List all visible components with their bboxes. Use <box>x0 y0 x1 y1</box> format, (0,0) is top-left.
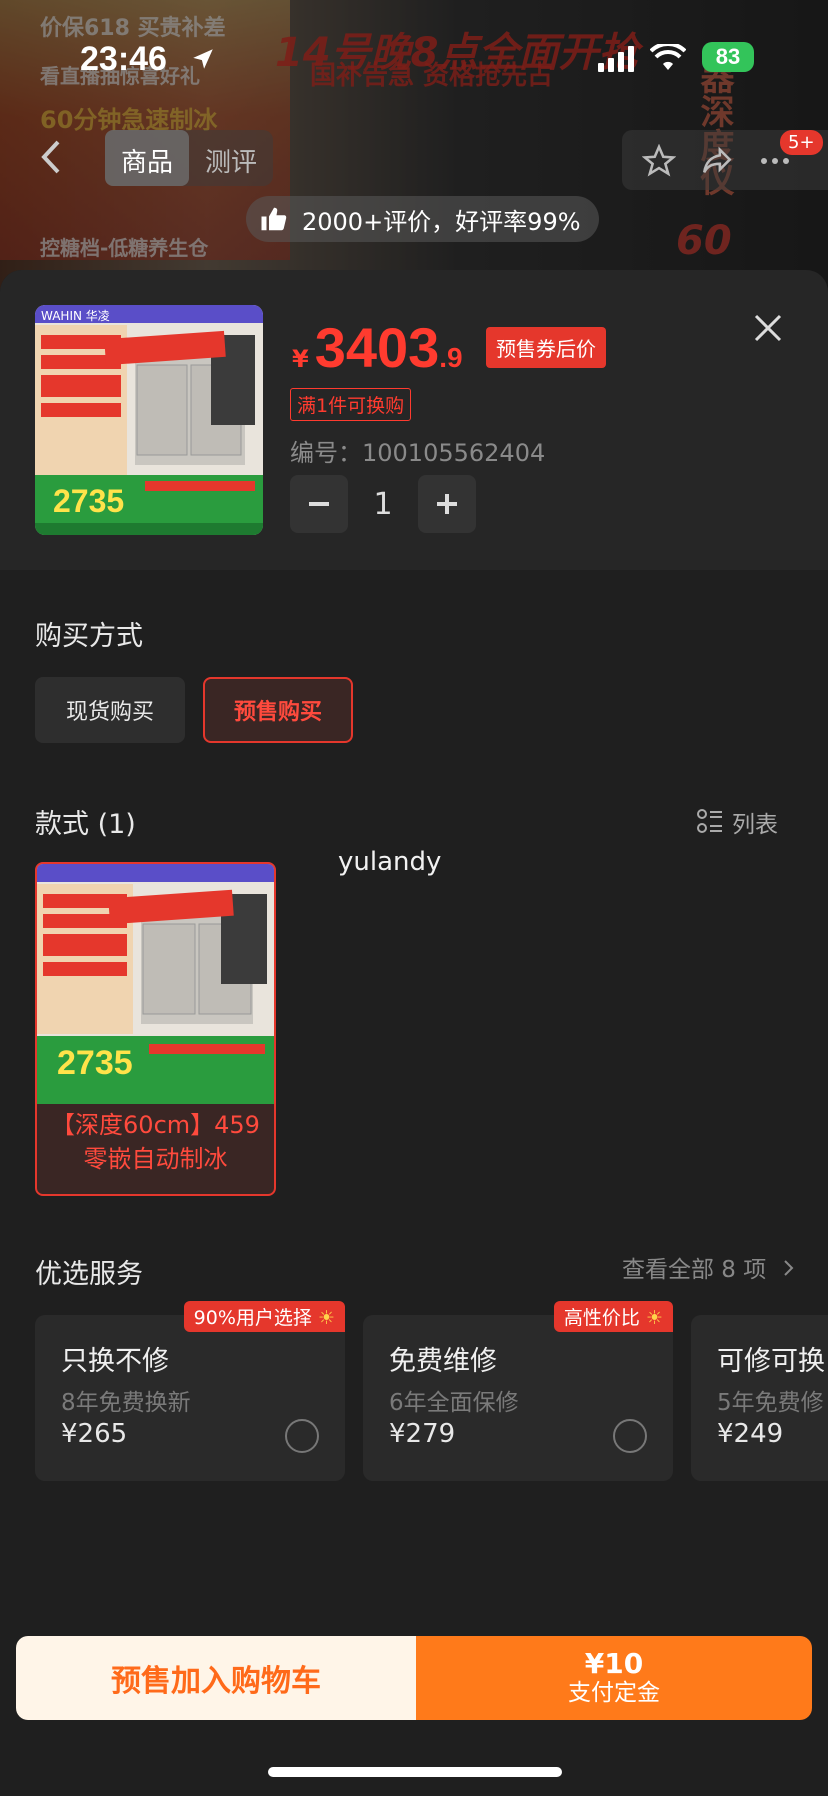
service-radio[interactable] <box>285 1419 319 1453</box>
see-all-label: 查看全部 8 项 <box>622 1257 767 1283</box>
exchange-tag: 满1件可换购 <box>290 388 412 421</box>
nav-tabs: 商品 测评 <box>105 130 274 186</box>
plus-icon <box>437 494 457 514</box>
chevron-right-icon <box>783 1260 793 1276</box>
list-icon <box>697 809 722 833</box>
tab-product[interactable]: 商品 <box>105 130 190 186</box>
thumb-brand: WAHIN 华凌 <box>41 309 110 323</box>
style-caption: 【深度60cm】459 零嵌自动制冰 <box>37 1108 274 1176</box>
service-title: 免费维修 <box>389 1346 497 1377</box>
product-thumbnail[interactable]: WAHIN 华凌 2735 <box>35 305 263 535</box>
thumbs-up-icon <box>261 207 287 231</box>
quantity-stepper: 1 <box>290 475 476 533</box>
sun-icon: ☀ <box>645 1307 663 1329</box>
style-thumb-price: 2735 <box>57 1044 133 1082</box>
review-summary-pill[interactable]: 2000+评价，好评率99% <box>246 196 599 242</box>
minus-icon <box>309 502 329 506</box>
cellular-signal-icon <box>598 46 634 72</box>
sku-number: 编号：100105562404 <box>290 439 546 467</box>
bottom-action-bar: 预售加入购物车 ¥10 支付定金 <box>16 1636 812 1720</box>
sku-selection-sheet: WAHIN 华凌 2735 ¥ 3403 .9 预售券后价 满1件可换购 编号：… <box>0 270 828 1796</box>
price-decimal: .9 <box>439 342 463 373</box>
share-icon[interactable] <box>700 144 734 178</box>
message-count-badge: 5+ <box>780 130 823 155</box>
service-title: 可修可换 <box>717 1346 825 1377</box>
service-price: ¥249 <box>717 1419 784 1449</box>
service-tag-text: 90%用户选择 <box>193 1307 312 1329</box>
service-price: ¥279 <box>389 1419 456 1449</box>
product-nav-bar: 商品 测评 <box>0 130 828 190</box>
home-indicator <box>268 1767 562 1777</box>
presale-add-to-cart-button[interactable]: 预售加入购物车 <box>16 1636 416 1720</box>
service-tag-text: 高性价比 <box>563 1307 640 1329</box>
services-title: 优选服务 <box>35 1259 143 1290</box>
style-caption-line: 【深度60cm】459 <box>51 1111 260 1139</box>
style-caption-line: 零嵌自动制冰 <box>83 1145 228 1173</box>
service-desc: 6年全面保修 <box>389 1390 519 1416</box>
watermark-username: yulandy <box>338 847 442 877</box>
thumb-price: 2735 <box>53 483 125 519</box>
service-tag: 90%用户选择 ☀ <box>183 1301 345 1332</box>
deposit-amount: ¥10 <box>584 1647 644 1680</box>
service-title: 只换不修 <box>61 1346 169 1377</box>
service-tag: 高性价比 ☀ <box>553 1301 673 1332</box>
service-desc: 8年免费换新 <box>61 1390 191 1416</box>
quantity-value[interactable]: 1 <box>348 487 418 522</box>
back-arrow-icon[interactable] <box>30 130 74 184</box>
purchase-method-title: 购买方式 <box>35 621 143 652</box>
option-in-stock[interactable]: 现货购买 <box>35 677 185 743</box>
service-price: ¥265 <box>61 1419 128 1449</box>
list-view-toggle[interactable]: 列表 <box>696 805 778 839</box>
status-bar: 23:46 83 <box>0 30 828 90</box>
sun-icon: ☀ <box>317 1307 335 1329</box>
clock: 23:46 <box>80 40 167 78</box>
style-option-card[interactable]: 2735 【深度60cm】459 零嵌自动制冰 <box>35 862 276 1196</box>
service-card[interactable]: 高性价比 ☀ 免费维修 6年全面保修 ¥279 <box>363 1301 673 1481</box>
service-desc: 5年免费修 <box>717 1390 824 1416</box>
favorite-star-icon[interactable] <box>642 144 676 178</box>
sheet-header: WAHIN 华凌 2735 ¥ 3403 .9 预售券后价 满1件可换购 编号：… <box>0 270 828 570</box>
wifi-icon <box>650 44 686 70</box>
option-presale[interactable]: 预售购买 <box>203 677 353 743</box>
presale-price-badge: 预售券后价 <box>486 327 606 368</box>
style-title: 款式 (1) <box>35 809 136 840</box>
price-integer: 3403 <box>314 316 440 379</box>
see-all-services-link[interactable]: 查看全部 8 项 <box>622 1250 796 1284</box>
close-icon[interactable] <box>748 308 788 348</box>
pay-deposit-button[interactable]: ¥10 支付定金 <box>416 1636 812 1720</box>
decrease-button[interactable] <box>290 475 348 533</box>
currency-symbol: ¥ <box>292 345 309 373</box>
service-radio[interactable] <box>613 1419 647 1453</box>
service-card[interactable]: 90%用户选择 ☀ 只换不修 8年免费换新 ¥265 <box>35 1301 345 1481</box>
increase-button[interactable] <box>418 475 476 533</box>
battery-indicator: 83 <box>702 42 754 72</box>
location-arrow-icon <box>193 49 213 69</box>
deposit-label: 支付定金 <box>568 1680 660 1706</box>
tab-review[interactable]: 测评 <box>189 130 273 186</box>
service-card[interactable]: 可修可换 5年免费修 ¥249 <box>691 1315 828 1481</box>
price: ¥ 3403 .9 <box>292 315 463 380</box>
review-summary-text: 2000+评价，好评率99% <box>302 207 581 236</box>
list-toggle-label: 列表 <box>732 812 778 838</box>
